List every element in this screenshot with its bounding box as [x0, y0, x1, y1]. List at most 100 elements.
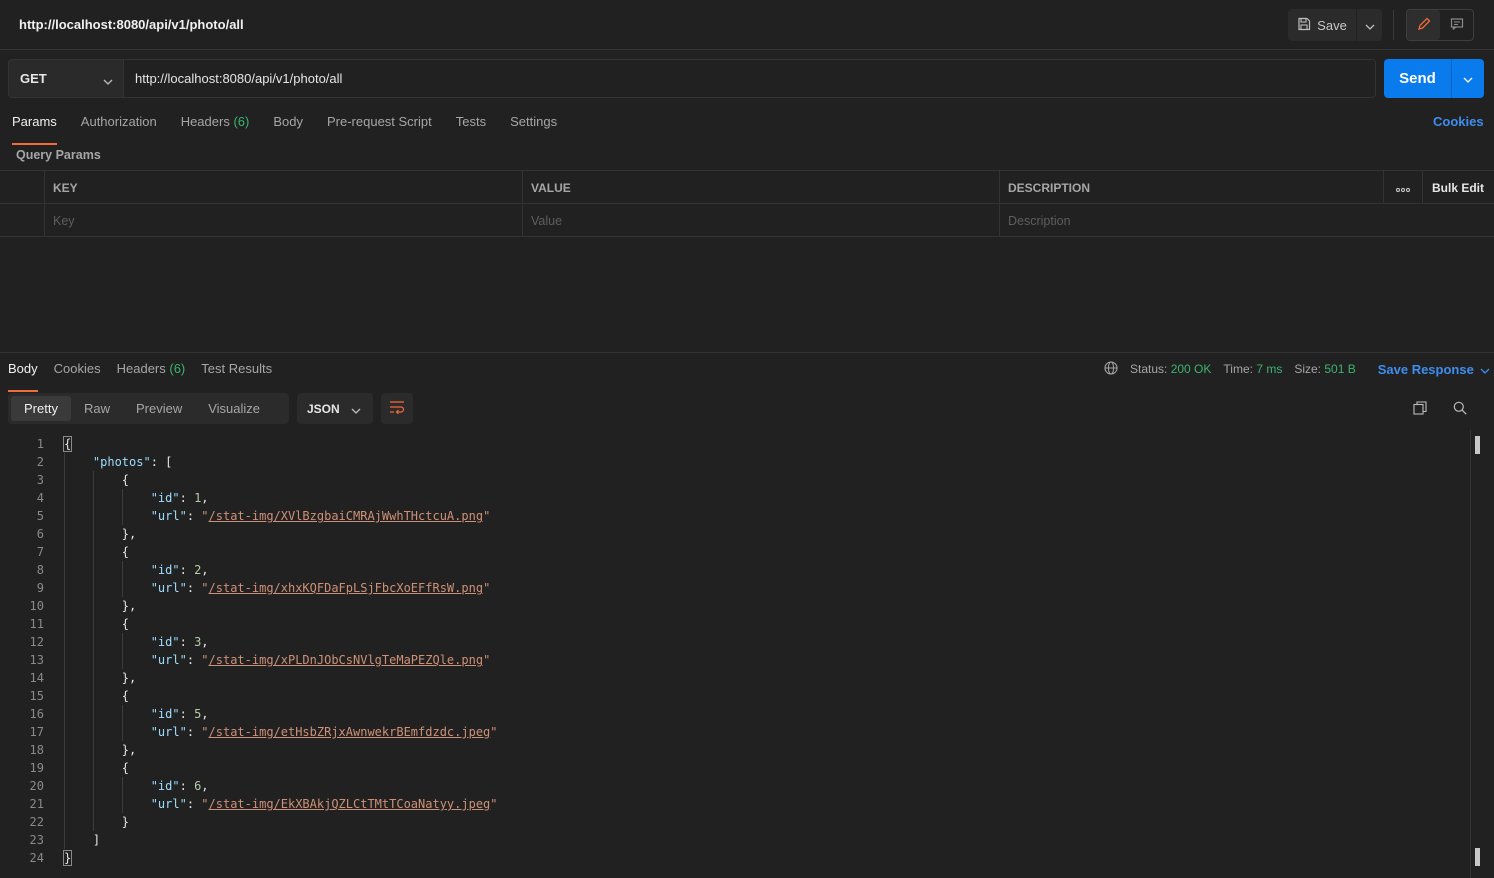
line-number: 13 [29, 653, 44, 667]
response-body-viewer[interactable]: 1{2 "photos": [3 {4 "id": 1, 5 "url": "/s… [0, 435, 1470, 878]
query-params-heading: Query Params [16, 148, 101, 162]
code-text: }, [64, 599, 137, 613]
line-number: 7 [36, 545, 44, 559]
copy-button[interactable] [1410, 399, 1430, 419]
code-line-close: 24} [0, 849, 1470, 867]
tab-test-results[interactable]: Test Results [201, 361, 272, 385]
code-text: "url": "/stat-img/EkXBAkjQZLCtTMtTCoaNat… [150, 797, 498, 811]
search-icon [1453, 401, 1467, 418]
method-value: GET [20, 71, 47, 86]
edit-mode-button[interactable] [1407, 10, 1440, 40]
tab-response-body[interactable]: Body [8, 361, 38, 392]
line-number: 3 [36, 473, 44, 487]
format-select[interactable]: JSON [297, 393, 373, 424]
search-button[interactable] [1450, 399, 1470, 419]
code-line: 6 }, [0, 525, 1470, 543]
line-number: 5 [36, 509, 44, 523]
tab-authorization[interactable]: Authorization [81, 114, 157, 138]
tab-response-cookies[interactable]: Cookies [54, 361, 101, 385]
code-text: "url": "/stat-img/etHsbZRjxAwnwekrBEmfdz… [150, 725, 498, 739]
bulk-edit-button[interactable]: Bulk Edit [1422, 171, 1484, 204]
size-label: Size: [1294, 362, 1322, 376]
request-tabs: Params Authorization Headers (6) Body Pr… [12, 114, 557, 145]
code-line: 12 "id": 3, [0, 633, 1470, 651]
code-text: "photos": [ [92, 455, 173, 469]
save-response-button[interactable]: Save Response [1378, 362, 1490, 377]
time-value: 7 ms [1256, 362, 1283, 376]
tab-label: Pre-request Script [326, 114, 432, 129]
tab-params[interactable]: Params [12, 114, 57, 145]
code-line: 16 "id": 5, [0, 705, 1470, 723]
line-number: 4 [36, 491, 44, 505]
cookies-link[interactable]: Cookies [1433, 114, 1484, 129]
tab-count: (6) [169, 361, 186, 376]
request-title[interactable]: http://localhost:8080/api/v1/photo/all [19, 17, 244, 32]
tab-label: Params [12, 114, 57, 129]
response-meta: Status: 200 OK Time: 7 ms Size: 501 B Sa… [1104, 360, 1490, 378]
code-text: { [64, 761, 130, 775]
tab-tests[interactable]: Tests [456, 114, 486, 138]
save-response-label: Save Response [1377, 361, 1474, 377]
tab-label: Test Results [201, 361, 273, 376]
time-text[interactable]: Time: 7 ms [1223, 362, 1282, 376]
code-line: 20 "id": 6, [0, 777, 1470, 795]
code-line: 18 }, [0, 741, 1470, 759]
indent-guide [122, 561, 123, 597]
send-options-button[interactable] [1451, 59, 1484, 98]
globe-icon[interactable] [1104, 360, 1118, 378]
view-tab-raw[interactable]: Raw [71, 396, 123, 421]
save-options-button[interactable] [1356, 9, 1382, 41]
pane-divider[interactable] [0, 352, 1494, 353]
method-select[interactable]: GET [8, 59, 124, 98]
tab-count: (6) [233, 114, 250, 129]
save-label: Save [1317, 17, 1347, 33]
wrap-lines-icon [389, 400, 405, 417]
view-mode-toggle [1406, 9, 1474, 41]
code-line: 8 "id": 2, [0, 561, 1470, 579]
tab-body[interactable]: Body [273, 114, 303, 138]
code-line: 14 }, [0, 669, 1470, 687]
tab-settings[interactable]: Settings [510, 114, 557, 138]
format-value: JSON [307, 401, 340, 416]
view-tab-pretty[interactable]: Pretty [11, 396, 71, 421]
status-text[interactable]: Status: 200 OK [1130, 362, 1211, 376]
response-tabs: Body Cookies Headers (6) Test Results [8, 361, 272, 392]
tab-pre-request-script[interactable]: Pre-request Script [327, 114, 432, 138]
column-header-key: KEY [44, 171, 522, 204]
value-input[interactable]: Value [522, 204, 999, 237]
line-number: 11 [29, 617, 44, 631]
scrollbar-marker [1475, 436, 1480, 454]
line-number: 19 [29, 761, 44, 775]
table-options-button[interactable] [1383, 171, 1422, 204]
line-number: 20 [29, 779, 44, 793]
save-button[interactable]: Save [1288, 9, 1356, 41]
line-number: 16 [29, 707, 44, 721]
send-group: Send [1384, 59, 1484, 98]
url-input[interactable]: http://localhost:8080/api/v1/photo/all [124, 59, 1376, 98]
line-number: 9 [36, 581, 44, 595]
code-text: }, [64, 527, 137, 541]
comments-button[interactable] [1440, 10, 1473, 40]
copy-icon [1413, 400, 1427, 418]
code-line-open: 1{ [0, 435, 1470, 453]
view-tab-preview[interactable]: Preview [123, 396, 195, 421]
tab-label: Body [8, 361, 38, 376]
view-tab-visualize[interactable]: Visualize [195, 396, 273, 421]
wrap-lines-button[interactable] [381, 393, 413, 424]
code-line: 15 { [0, 687, 1470, 705]
vertical-scrollbar[interactable] [1470, 430, 1494, 878]
description-input[interactable]: Description [999, 204, 1494, 237]
chevron-down-icon [1463, 71, 1473, 86]
tab-label: Cookies [53, 361, 101, 376]
status-value: 200 OK [1170, 362, 1212, 376]
tab-headers[interactable]: Headers (6) [181, 114, 250, 138]
code-text: } [62, 850, 73, 866]
indent-guide [122, 633, 123, 669]
tab-response-headers[interactable]: Headers (6) [117, 361, 186, 385]
line-number: 6 [36, 527, 44, 541]
line-number: 8 [36, 563, 44, 577]
send-button[interactable]: Send [1384, 59, 1451, 98]
size-text[interactable]: Size: 501 B [1294, 362, 1355, 376]
key-input[interactable]: Key [44, 204, 522, 237]
line-number: 23 [29, 833, 44, 847]
